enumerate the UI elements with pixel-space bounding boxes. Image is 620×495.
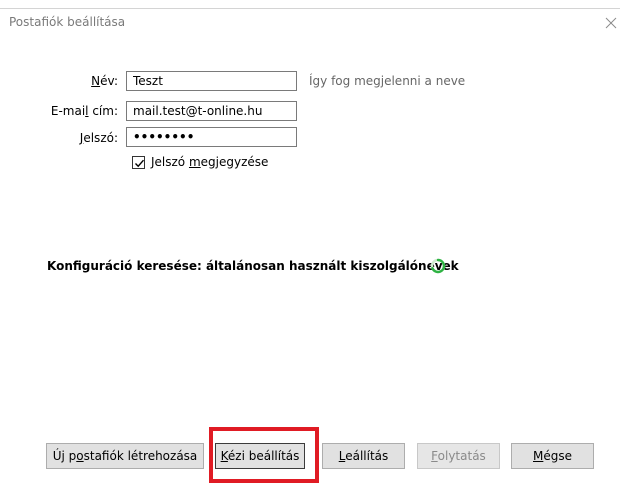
title-bar: Postafiók beállítása xyxy=(0,9,620,33)
close-icon[interactable] xyxy=(604,15,618,29)
password-label: Jelszó: xyxy=(79,131,118,145)
remember-password-label: Jelszó megjegyzése xyxy=(151,155,269,169)
name-input[interactable] xyxy=(126,71,297,91)
name-hint: Így fog megjelenni a neve xyxy=(309,74,466,88)
loading-spinner-icon xyxy=(430,258,446,274)
checkmark-icon xyxy=(135,159,145,168)
window-title: Postafiók beállítása xyxy=(9,15,126,29)
email-label: E-mail cím: xyxy=(50,104,118,118)
name-label: Név: xyxy=(91,74,118,88)
status-text: Konfiguráció keresése: általánosan haszn… xyxy=(47,259,459,273)
password-input[interactable]: •••••••• xyxy=(126,127,297,147)
remember-password-checkbox[interactable] xyxy=(132,156,145,169)
cancel-button[interactable]: Mégse xyxy=(511,443,594,469)
manual-config-button[interactable]: Kézi beállítás xyxy=(215,443,305,469)
email-input[interactable] xyxy=(126,101,297,121)
stop-button[interactable]: Leállítás xyxy=(322,443,405,469)
continue-button: Folytatás xyxy=(417,443,500,469)
account-setup-dialog: Postafiók beállítása Név: Így fog megjel… xyxy=(0,0,620,495)
new-account-button[interactable]: Új postafiók létrehozása xyxy=(46,443,204,469)
